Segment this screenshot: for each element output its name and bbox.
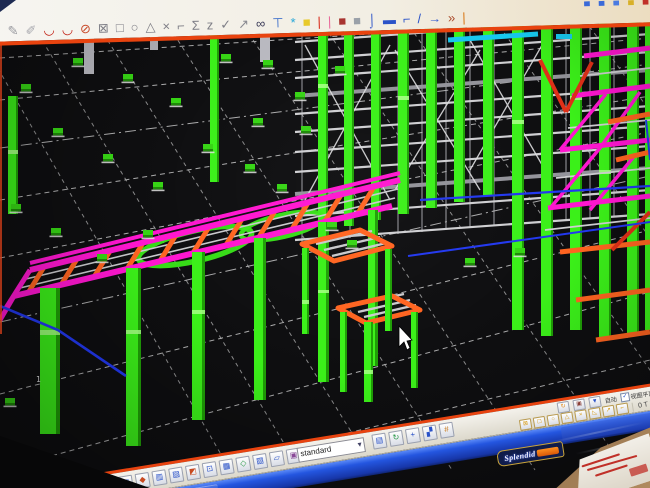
sticker-brand-text: Splendid [504, 449, 536, 463]
select-surfaces-icon[interactable]: ▥ [151, 469, 167, 486]
clipped-b-icon[interactable]: ▄ [598, 0, 604, 5]
snap-corner-icon[interactable]: ◺ [588, 406, 602, 419]
sketch-icon[interactable]: ✎ [7, 24, 18, 37]
weld-b-icon[interactable]: ◡ [61, 22, 73, 35]
snap-sum-icon[interactable]: Σ [192, 19, 200, 32]
snap-intersection-icon[interactable]: ⊠ [98, 21, 109, 34]
sticker-accent [537, 446, 560, 456]
snap-midpoint-icon[interactable]: △ [145, 20, 155, 33]
pin-pink-icon[interactable]: | [328, 15, 332, 28]
create-chevrons-icon[interactable]: » [448, 11, 456, 24]
snap-line-icon[interactable]: ⌐ [616, 402, 630, 415]
snap-cross-icon[interactable]: × [162, 20, 170, 33]
create-arrow-icon[interactable]: → [428, 11, 441, 24]
snap-box-icon[interactable]: ⊠ [519, 418, 533, 431]
snap-center-icon[interactable]: ○ [130, 20, 138, 33]
snap-any-icon[interactable]: ✓ [220, 18, 231, 31]
snap-nearest-icon[interactable]: z [207, 18, 214, 31]
zoom-tool-icon[interactable]: ▤ [371, 433, 387, 450]
fly-tool-icon[interactable]: ▞ [422, 424, 438, 441]
hammer-tool-icon[interactable]: ⊤ [272, 16, 284, 29]
pan-tool-icon[interactable]: + [405, 427, 421, 444]
snap-endpoint-icon[interactable]: □ [116, 21, 124, 34]
mouse-cursor [399, 326, 412, 350]
create-flat-beam-icon[interactable]: ▬ [383, 13, 396, 26]
pin-red-icon[interactable]: | [317, 15, 321, 28]
star-tool-icon[interactable]: * [290, 16, 295, 29]
checkbox-check-icon: ✓ [620, 392, 630, 402]
rotate-tool-icon[interactable]: ↻ [388, 430, 404, 447]
snap-circle-icon[interactable]: ○ [546, 413, 560, 426]
binoculars-icon[interactable]: ∞ [256, 17, 266, 30]
snap-arrow-icon[interactable]: ↗ [602, 404, 616, 417]
grid-tool-icon[interactable]: # [438, 422, 454, 439]
monitor-photo: 3 7 1 ✎✐◡◡⊘⊠□○△×⌐Σz✓↗∞⊤*■||■■⌡▬⌐/→»| ▄▄▄… [0, 0, 650, 488]
chevron-down-icon[interactable]: ▾ [357, 439, 363, 452]
clipped-c-icon[interactable]: ▄ [613, 0, 619, 5]
grid-label-1: 1 [36, 375, 41, 384]
snap-square-icon[interactable]: ◻ [533, 415, 547, 428]
create-column-icon[interactable]: | [462, 11, 466, 24]
select-views-icon[interactable]: ◇ [235, 456, 251, 473]
create-sloped-beam-icon[interactable]: / [417, 12, 421, 25]
select-assemblies-icon[interactable]: ▧ [252, 453, 268, 470]
view-window-left-border [0, 34, 2, 334]
pointer-arrow-icon[interactable]: ↗ [238, 17, 249, 30]
no-weld-icon[interactable]: ⊘ [80, 22, 91, 35]
create-polybeam-icon[interactable]: ⌐ [403, 12, 411, 25]
detail-gray-icon[interactable]: ■ [353, 14, 361, 27]
detail-red-icon[interactable]: ■ [338, 14, 346, 27]
select-grids-icon[interactable]: ▦ [218, 458, 234, 475]
weld-a-icon[interactable]: ◡ [43, 23, 55, 36]
paper-stamp [629, 464, 649, 477]
clipped-e-icon[interactable]: ▄ [642, 0, 648, 4]
snap-x-icon[interactable]: × [574, 409, 588, 422]
select-components-icon[interactable]: ⊡ [202, 461, 218, 478]
selection-filter-value: standard [300, 444, 333, 462]
cyan-beams[interactable] [448, 34, 572, 40]
clipped-d-icon[interactable]: ▄ [628, 0, 634, 5]
select-objects-icon[interactable]: ▱ [269, 450, 285, 467]
create-beam-icon[interactable]: ⌡ [368, 13, 376, 26]
select-bolts-icon[interactable]: ◩ [185, 464, 201, 481]
material-swatch-icon[interactable]: ■ [302, 15, 310, 28]
clipped-a-icon[interactable]: ▄ [584, 0, 590, 6]
select-welds-icon[interactable]: ▨ [168, 467, 184, 484]
snap-triangle-icon[interactable]: △ [560, 411, 574, 424]
snap-perpendicular-icon[interactable]: ⌐ [177, 19, 185, 32]
freehand-icon[interactable]: ✐ [25, 24, 36, 37]
